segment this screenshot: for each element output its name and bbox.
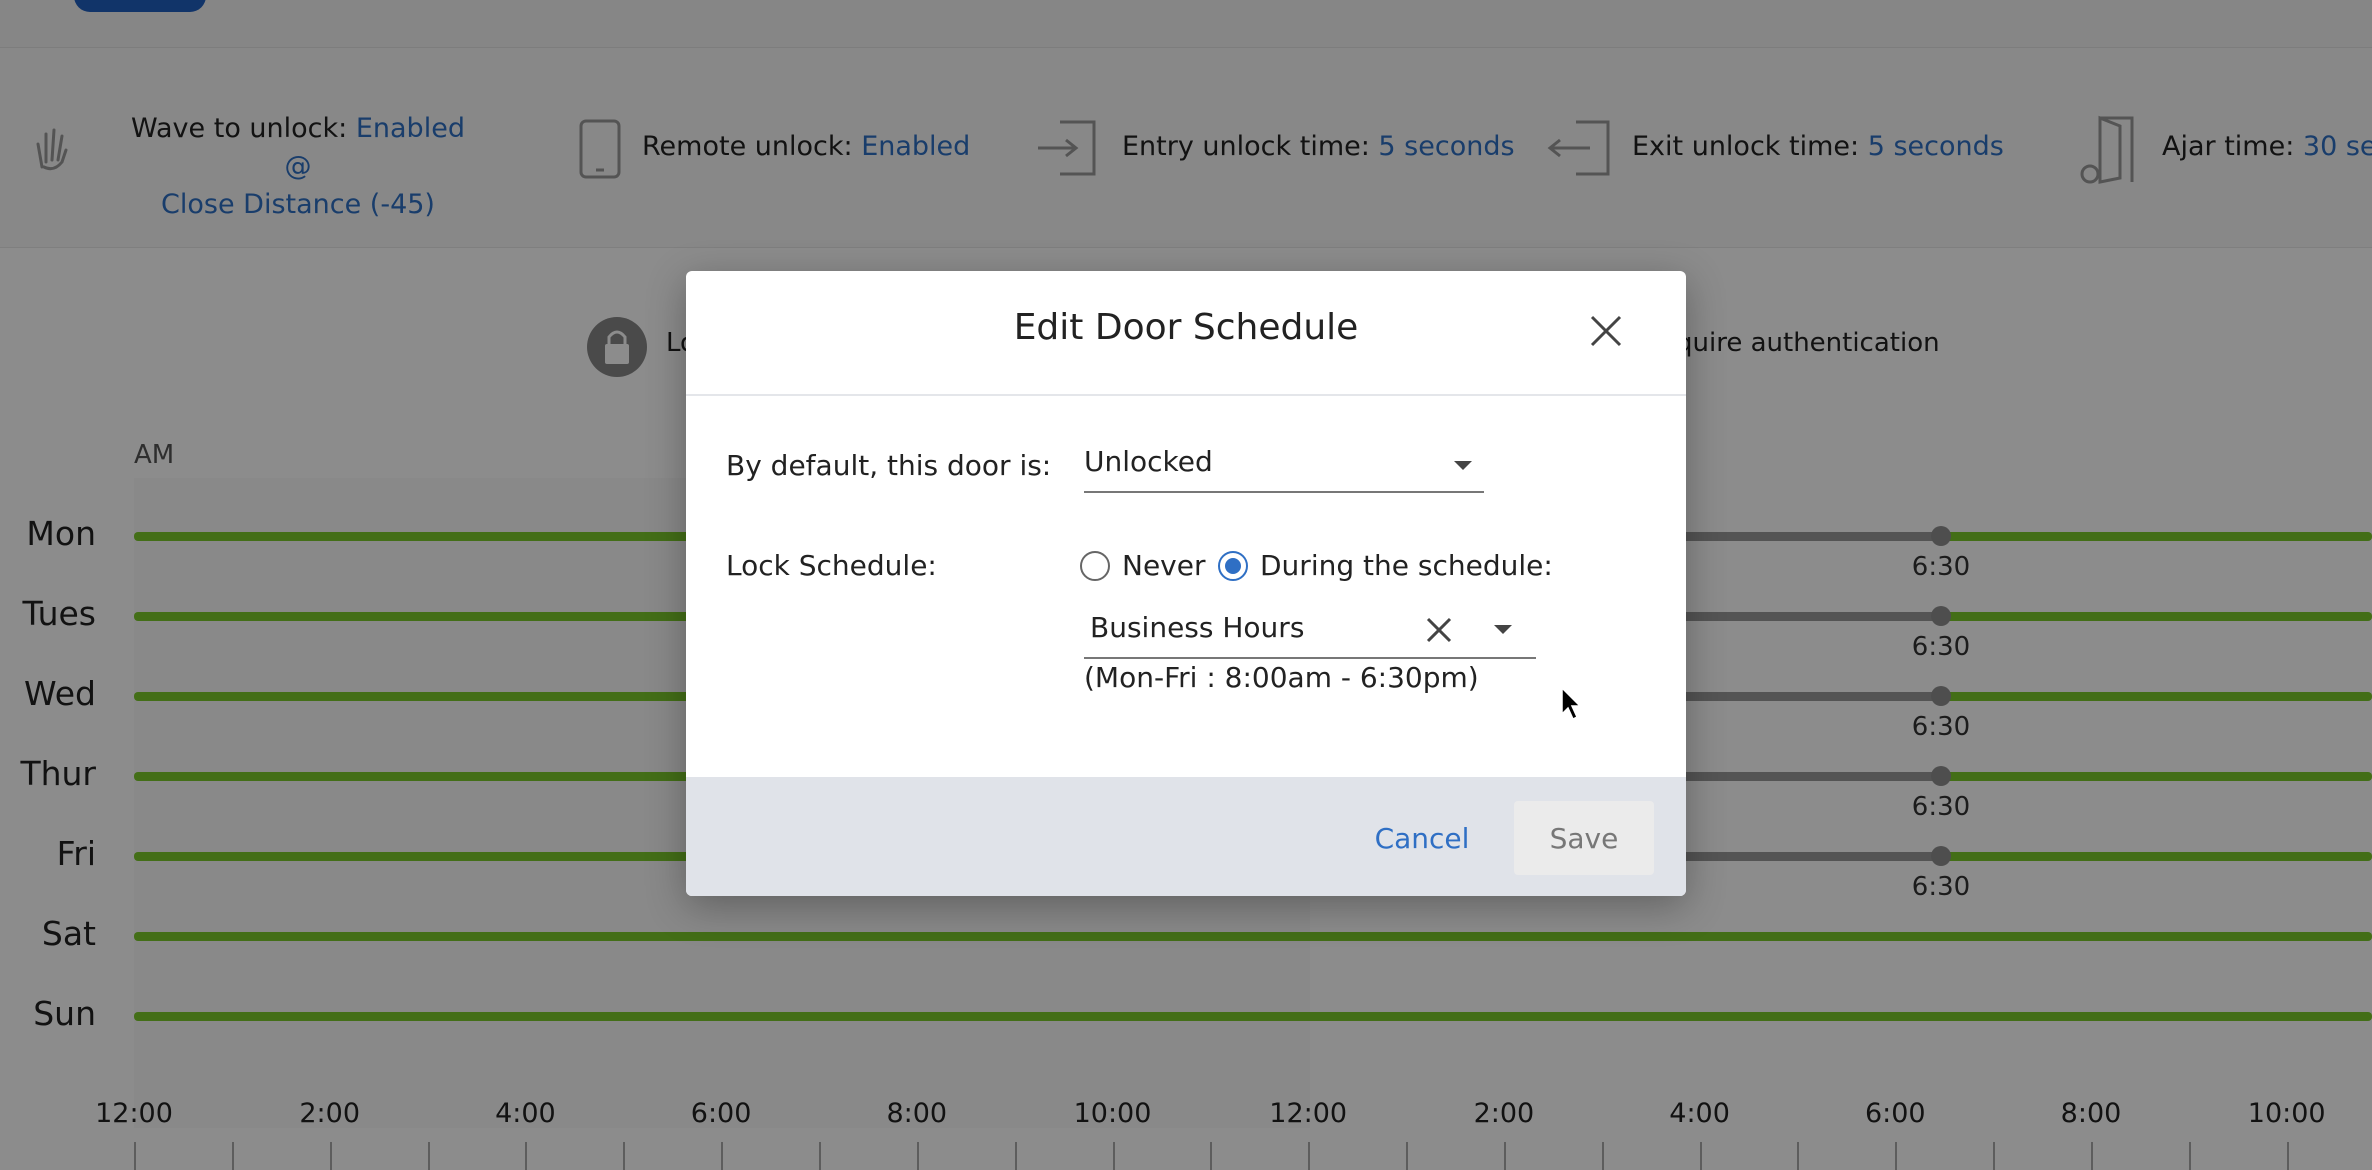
chevron-down-icon	[1454, 461, 1472, 470]
lock-schedule-label: Lock Schedule:	[726, 549, 937, 582]
cancel-button[interactable]: Cancel	[1362, 813, 1482, 863]
schedule-select-value: Business Hours	[1090, 611, 1305, 644]
dialog-title: Edit Door Schedule	[1013, 307, 1359, 348]
mouse-cursor-icon	[1560, 686, 1584, 726]
radio-during-schedule-label[interactable]: During the schedule:	[1260, 549, 1553, 582]
schedule-description: (Mon-Fri : 8:00am - 6:30pm)	[1084, 661, 1479, 694]
default-state-value: Unlocked	[1084, 445, 1213, 478]
radio-during-schedule[interactable]	[1218, 551, 1248, 581]
default-state-select[interactable]: Unlocked	[1084, 441, 1484, 493]
clear-selection-icon[interactable]	[1424, 615, 1454, 649]
dialog-footer: Cancel Save	[686, 777, 1686, 896]
save-button[interactable]: Save	[1514, 801, 1654, 875]
default-state-label: By default, this door is:	[726, 449, 1052, 482]
dialog-header: Edit Door Schedule	[686, 271, 1686, 396]
edit-door-schedule-dialog: Edit Door Schedule By default, this door…	[686, 271, 1686, 896]
schedule-select[interactable]: Business Hours	[1084, 601, 1536, 659]
close-icon[interactable]	[1586, 311, 1626, 351]
chevron-down-icon[interactable]	[1494, 625, 1512, 634]
radio-never-label[interactable]: Never	[1122, 549, 1205, 582]
radio-never[interactable]	[1080, 551, 1110, 581]
